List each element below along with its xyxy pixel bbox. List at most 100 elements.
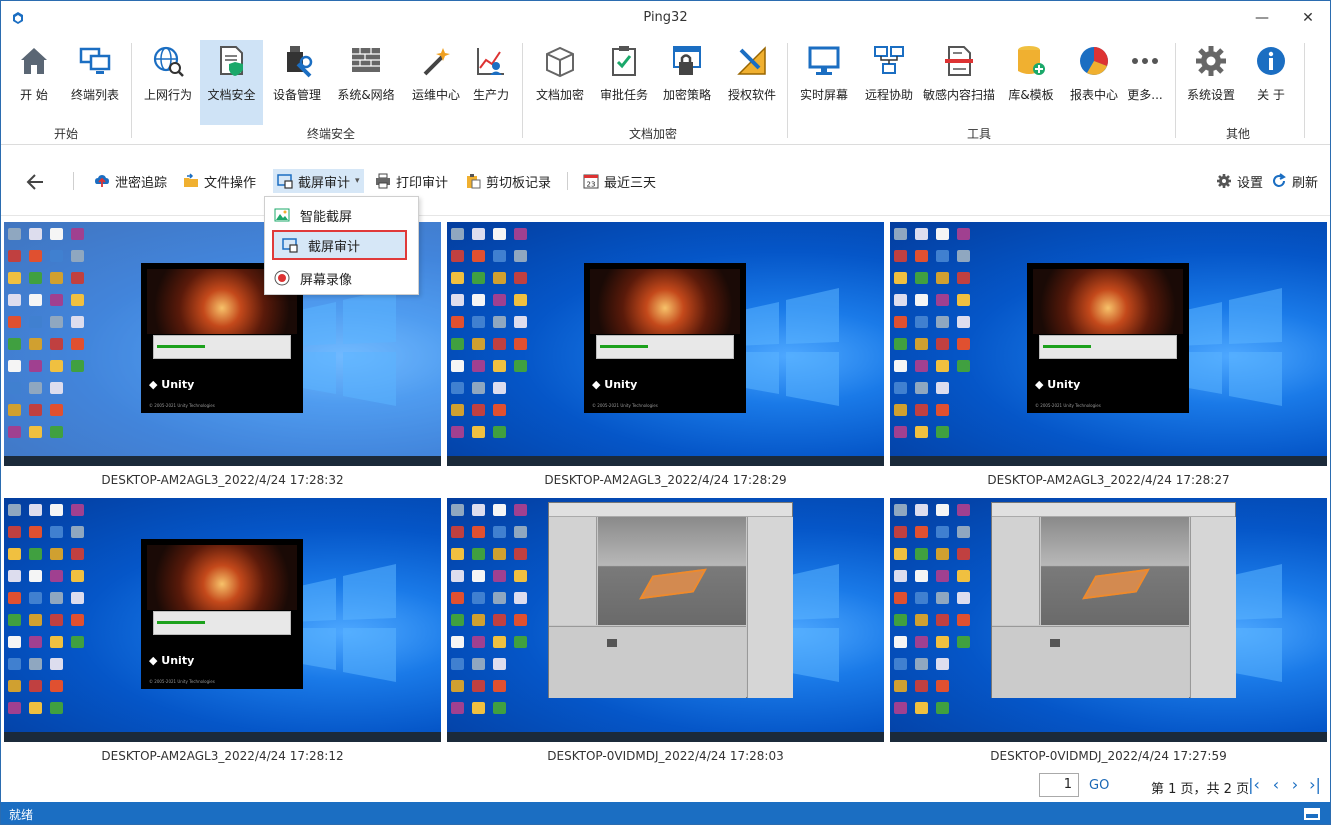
desktop-icon <box>451 338 464 350</box>
box-encrypt-icon <box>546 46 574 78</box>
clipboard-log-button[interactable]: 剪切板记录 <box>461 169 555 193</box>
menu-item-screen-recording[interactable]: 屏幕录像 <box>266 263 417 293</box>
screenshot-thumbnail[interactable]: ◆ Unity © 2005-2021 Unity Technologies DES… <box>444 219 884 489</box>
ribbon-more-button[interactable]: 更多... <box>1115 40 1175 120</box>
desktop-icon <box>50 548 63 560</box>
ribbon-remote-assist-button[interactable]: 远程协助 <box>857 40 921 120</box>
desktop-icon <box>50 228 63 240</box>
ribbon-approval-button[interactable]: 审批任务 <box>592 40 656 120</box>
desktop-icon <box>957 228 970 240</box>
ribbon-sensitive-scan-button[interactable]: 敏感内容扫描 <box>917 40 1001 120</box>
desktop-icon <box>29 548 42 560</box>
screenshot-image[interactable]: ◆ Unity © 2005-2021 Unity Technologies <box>4 498 441 742</box>
refresh-button[interactable]: 刷新 <box>1267 169 1322 193</box>
info-icon <box>1257 47 1285 75</box>
ribbon-terminal-list-button[interactable]: 终端列表 <box>63 40 127 120</box>
ribbon-home-button[interactable]: 开 始 <box>2 40 66 120</box>
chevron-down-icon: ▾ <box>355 176 360 186</box>
progress-bar <box>600 345 648 348</box>
desktop-icon <box>8 228 21 240</box>
desktop-icon <box>493 658 506 670</box>
desktop-icon <box>472 404 485 416</box>
desktop-icon <box>472 548 485 560</box>
screenshot-image[interactable]: ◆ Unity © 2005-2021 Unity Technologies <box>890 222 1327 466</box>
database-icon <box>1018 46 1045 75</box>
ribbon-live-screen-button[interactable]: 实时屏幕 <box>792 40 856 120</box>
desktop-icon <box>514 548 527 560</box>
ribbon-web-behavior-button[interactable]: 上网行为 <box>136 40 200 120</box>
ribbon-doc-encrypt-button[interactable]: 文档加密 <box>528 40 592 120</box>
screenshot-caption: DESKTOP-0VIDMDJ_2022/4/24 17:27:59 <box>990 749 1227 763</box>
ribbon-about-button[interactable]: 关 于 <box>1239 40 1303 120</box>
desktop-icon <box>915 228 928 240</box>
first-page-icon[interactable]: |‹ <box>1245 776 1263 794</box>
screenshot-audit-button[interactable]: 截屏审计 ▾ <box>273 169 364 193</box>
screenshot-caption: DESKTOP-AM2AGL3_2022/4/24 17:28:12 <box>101 749 344 763</box>
screenshot-thumbnail[interactable]: ◆ Unity © 2005-2021 Unity Technologies DES… <box>1 495 441 765</box>
menu-item-screenshot-audit[interactable]: 截屏审计 <box>272 230 407 260</box>
ribbon-library-template-button[interactable]: 库&模板 <box>999 40 1063 120</box>
desktop-icon <box>451 636 464 648</box>
ribbon-encrypt-policy-button[interactable]: 加密策略 <box>655 40 719 120</box>
leak-trace-button[interactable]: 泄密追踪 <box>90 169 171 193</box>
last-page-icon[interactable]: ›| <box>1306 776 1324 794</box>
desktop-icon <box>957 272 970 284</box>
screenshot-image[interactable]: ◆ Unity © 2005-2021 Unity Technologies <box>447 222 884 466</box>
screenshot-image[interactable] <box>890 498 1327 742</box>
screenshot-thumbnail[interactable]: DESKTOP-0VIDMDJ_2022/4/24 17:27:59 <box>887 495 1327 765</box>
desktop-icon <box>894 504 907 516</box>
toolbar: 泄密追踪 文件操作 截屏审计 ▾ 打印审计 剪切板记录 23 最近三天 设置 刷… <box>1 146 1330 216</box>
ribbon-device-management-button[interactable]: 设备管理 <box>265 40 329 120</box>
splash-artwork <box>147 545 297 610</box>
ribbon-productivity-button[interactable]: 生产力 <box>459 40 523 120</box>
desktop-icon <box>50 382 63 394</box>
desktop-icon <box>451 272 464 284</box>
editor-toolbar <box>992 503 1235 517</box>
splash-artwork <box>1033 269 1183 334</box>
ribbon-document-security-button[interactable]: 文档安全 <box>200 40 263 125</box>
desktop-icon <box>472 250 485 262</box>
desktop-icon <box>936 404 949 416</box>
close-button[interactable]: ✕ <box>1285 1 1330 35</box>
ribbon-system-settings-button[interactable]: 系统设置 <box>1179 40 1243 120</box>
desktop-icon <box>915 526 928 538</box>
desktop-icon <box>894 250 907 262</box>
desktop-icon <box>451 426 464 438</box>
ribbon-licensed-software-button[interactable]: 授权软件 <box>720 40 784 120</box>
menu-item-smart-screenshot[interactable]: 智能截屏 <box>266 200 417 230</box>
back-button[interactable] <box>23 170 51 194</box>
desktop-icon <box>8 636 21 648</box>
prev-page-icon[interactable]: ‹ <box>1267 776 1285 794</box>
minimize-button[interactable]: — <box>1239 1 1285 35</box>
loading-dialog <box>1039 335 1177 359</box>
unity-copyright: © 2005-2021 Unity Technologies <box>1035 403 1101 408</box>
desktop-icon <box>936 426 949 438</box>
ribbon-separator <box>1175 43 1176 138</box>
scene-plane <box>1082 568 1150 600</box>
desktop-icon <box>8 360 21 372</box>
desktop-icon <box>957 294 970 306</box>
next-page-icon[interactable]: › <box>1286 776 1304 794</box>
desktop-icon <box>472 526 485 538</box>
notification-icon[interactable] <box>1304 808 1320 820</box>
screenshot-thumbnail[interactable]: ◆ Unity © 2005-2021 Unity Technologies DES… <box>887 219 1327 489</box>
print-audit-button[interactable]: 打印审计 <box>371 169 452 193</box>
desktop-icon <box>915 316 928 328</box>
recent-three-days-button[interactable]: 23 最近三天 <box>579 169 660 193</box>
screenshot-thumbnail[interactable]: DESKTOP-0VIDMDJ_2022/4/24 17:28:03 <box>444 495 884 765</box>
desktop-icon <box>472 658 485 670</box>
ribbon-group-start: 开始 <box>53 127 78 141</box>
ruler-pencil-icon <box>737 46 766 75</box>
screenshot-image[interactable] <box>447 498 884 742</box>
file-ops-button[interactable]: 文件操作 <box>179 169 260 193</box>
desktop-icon <box>894 228 907 240</box>
desktop-icon <box>493 426 506 438</box>
desktop-icon <box>514 592 527 604</box>
go-button[interactable]: GO <box>1089 778 1109 793</box>
ribbon-system-network-button[interactable]: 系统&网络 <box>332 40 400 120</box>
desktop-icon <box>936 250 949 262</box>
page-number-input[interactable]: 1 <box>1039 773 1079 797</box>
settings-button[interactable]: 设置 <box>1212 169 1267 193</box>
desktop-icon <box>71 614 84 626</box>
desktop-icon <box>8 526 21 538</box>
